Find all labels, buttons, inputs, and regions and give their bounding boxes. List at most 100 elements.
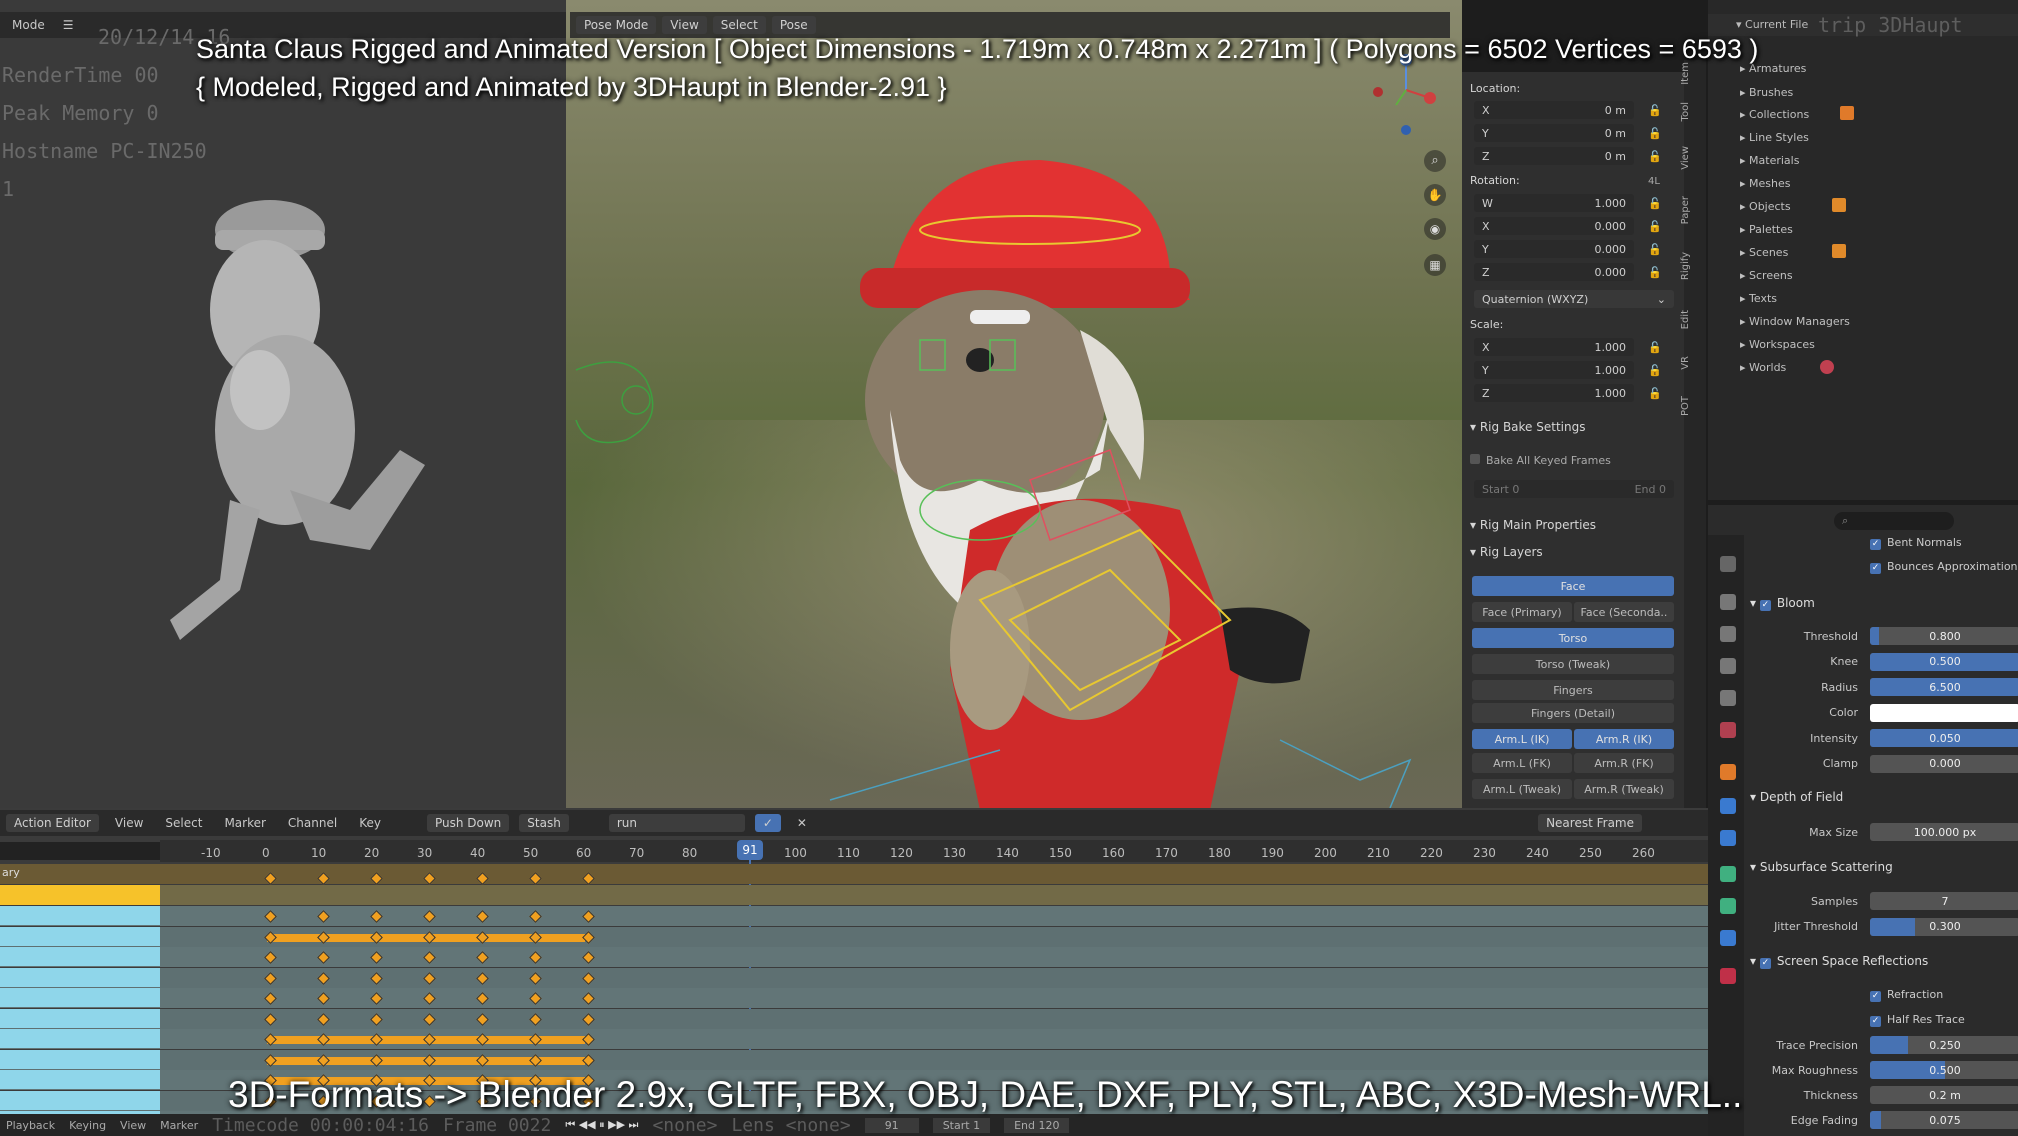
keying-menu[interactable]: Keying	[69, 1119, 106, 1132]
bloom-panel-header[interactable]: ▾ ✓ Bloom	[1750, 596, 1815, 611]
tab-tool[interactable]: Tool	[1680, 102, 1696, 121]
search-channel-field[interactable]	[0, 842, 160, 860]
rotation-mode-dropdown[interactable]: Quaternion (WXYZ) ⌄	[1474, 290, 1674, 308]
push-down-button[interactable]: Push Down	[426, 814, 510, 832]
outliner-item-meshes[interactable]: ▸ Meshes	[1740, 177, 1791, 190]
bone-channel[interactable]	[0, 967, 160, 987]
action-selector[interactable]: run	[608, 814, 745, 832]
menu-marker[interactable]: Marker	[218, 814, 271, 832]
lock-icon[interactable]: 🔓	[1648, 220, 1662, 234]
object-channel[interactable]	[0, 885, 160, 905]
bone-channel[interactable]	[0, 1049, 160, 1069]
rig-layers-header[interactable]: ▾ Rig Layers	[1470, 545, 1543, 559]
layer-arm-r-tweak-button[interactable]: Arm.R (Tweak)	[1574, 779, 1674, 799]
bone-channel[interactable]	[0, 906, 160, 925]
lock-icon[interactable]: 🔓	[1648, 243, 1662, 257]
rig-main-props-header[interactable]: ▾ Rig Main Properties	[1470, 518, 1596, 532]
bloom-field[interactable]: 0.800	[1870, 627, 2018, 645]
outliner-item-window-managers[interactable]: ▸ Window Managers	[1740, 315, 1850, 328]
layer-fingers-detail-button[interactable]: Fingers (Detail)	[1472, 703, 1674, 723]
end-frame-field[interactable]: End 120	[1004, 1117, 1070, 1133]
texture-tab-icon[interactable]	[1720, 968, 1736, 984]
ssr-panel-header[interactable]: ▾ ✓ Screen Space Reflections	[1750, 954, 1928, 969]
bloom-field[interactable]	[1870, 703, 2018, 722]
constraint-tab-icon[interactable]	[1720, 866, 1736, 882]
lock-icon[interactable]: 🔓	[1648, 364, 1662, 378]
layer-arm-l-tweak-button[interactable]: Arm.L (Tweak)	[1472, 779, 1572, 799]
outliner-item-line-styles[interactable]: ▸ Line Styles	[1740, 131, 1809, 144]
snap-dropdown[interactable]: Nearest Frame	[1538, 814, 1642, 832]
view-layer-tab-icon[interactable]	[1720, 658, 1736, 674]
menu-channel[interactable]: Channel	[282, 814, 343, 832]
playback-menu[interactable]: Playback	[6, 1119, 55, 1132]
ssr-field[interactable]: 0.075	[1870, 1111, 2018, 1129]
stash-button[interactable]: Stash	[519, 814, 569, 832]
sss-panel-header[interactable]: ▾ Subsurface Scattering	[1750, 860, 1893, 874]
menu-key[interactable]: Key	[353, 814, 387, 832]
location-x-field[interactable]: X 0 m	[1474, 101, 1634, 119]
physics-tab-icon[interactable]	[1720, 830, 1736, 846]
rotation-y-field[interactable]: Y 0.000	[1474, 240, 1634, 258]
sss-field[interactable]: 7	[1870, 892, 2018, 910]
rig-bake-header[interactable]: ▾ Rig Bake Settings	[1470, 420, 1585, 434]
location-z-field[interactable]: Z 0 m	[1474, 147, 1634, 165]
scale-y-field[interactable]: Y 1.000	[1474, 361, 1634, 379]
lock-icon[interactable]: 🔓	[1648, 104, 1662, 118]
layer-torso-tweak-button[interactable]: Torso (Tweak)	[1472, 654, 1674, 674]
bone-channel[interactable]	[0, 988, 160, 1007]
close-icon[interactable]: ✕	[791, 814, 813, 832]
footer-marker-menu[interactable]: Marker	[160, 1119, 198, 1132]
refraction-checkbox[interactable]: ✓ Refraction	[1870, 988, 1943, 1002]
tab-view[interactable]: View	[1680, 146, 1696, 170]
menu-view[interactable]: View	[662, 16, 707, 34]
lock-icon[interactable]: 🔓	[1648, 341, 1662, 355]
outliner-item-brushes[interactable]: ▸ Brushes	[1740, 86, 1793, 99]
sss-field[interactable]: 0.300	[1870, 917, 2018, 936]
tab-edit[interactable]: Edit	[1680, 310, 1696, 329]
outliner-item-texts[interactable]: ▸ Texts	[1740, 292, 1777, 305]
outliner-item-workspaces[interactable]: ▸ Workspaces	[1740, 338, 1815, 351]
bloom-field[interactable]: 0.000	[1870, 754, 2018, 773]
world-tab-icon[interactable]	[1720, 722, 1736, 738]
outliner-item-scenes[interactable]: ▸ Scenes	[1740, 246, 1788, 259]
layer-torso-button[interactable]: Torso	[1472, 628, 1674, 648]
location-y-field[interactable]: Y 0 m	[1474, 124, 1634, 142]
output-tab-icon[interactable]	[1720, 626, 1736, 642]
bloom-field[interactable]: 6.500	[1870, 678, 2018, 696]
tab-paper[interactable]: Paper	[1680, 196, 1696, 224]
zoom-icon[interactable]: ⌕	[1424, 150, 1446, 172]
layer-fingers-button[interactable]: Fingers	[1472, 680, 1674, 700]
mode-dropdown[interactable]: Pose Mode	[576, 16, 657, 34]
ssr-field[interactable]: 0.2 m	[1870, 1086, 2018, 1104]
bake-all-checkbox[interactable]: Bake All Keyed Frames	[1470, 454, 1611, 467]
object-tab-icon[interactable]	[1720, 764, 1736, 780]
dof-field[interactable]: 100.000 px	[1870, 823, 2018, 841]
scene-tab-icon[interactable]	[1720, 690, 1736, 706]
current-frame-indicator[interactable]: 91	[737, 840, 763, 860]
bone-channel[interactable]	[0, 1008, 160, 1028]
layer-arm-r-fk-button[interactable]: Arm.R (FK)	[1574, 753, 1674, 773]
tab-item[interactable]: Item	[1680, 62, 1696, 85]
bone-channel[interactable]	[0, 1090, 160, 1110]
scale-x-field[interactable]: X 1.000	[1474, 338, 1634, 356]
half-res-checkbox[interactable]: ✓ Half Res Trace	[1870, 1013, 1965, 1027]
layer-face-primary-button[interactable]: Face (Primary)	[1472, 602, 1572, 622]
rotation-mode-short[interactable]: 4L	[1648, 176, 1660, 187]
camera-icon[interactable]: ◉	[1424, 218, 1446, 240]
lock-icon[interactable]: 🔓	[1648, 387, 1662, 401]
bone-channel[interactable]	[0, 1029, 160, 1048]
lock-icon[interactable]: 🔓	[1648, 197, 1662, 211]
ssr-field[interactable]: 0.250	[1870, 1036, 2018, 1054]
menu-view[interactable]: View	[109, 814, 149, 832]
layer-face-button[interactable]: Face	[1472, 576, 1674, 596]
tab-pot[interactable]: POT	[1680, 396, 1696, 416]
rotation-z-field[interactable]: Z 0.000	[1474, 263, 1634, 281]
bone-tab-icon[interactable]	[1720, 930, 1736, 946]
scale-z-field[interactable]: Z 1.000	[1474, 384, 1634, 402]
layer-face-secondary-button[interactable]: Face (Seconda..	[1574, 602, 1674, 622]
outliner-item-collections[interactable]: ▸ Collections	[1740, 108, 1809, 121]
bounces-checkbox[interactable]: ✓ Bounces Approximation	[1870, 560, 2018, 574]
tool-tab-icon[interactable]	[1720, 556, 1736, 572]
rotation-w-field[interactable]: W 1.000	[1474, 194, 1634, 212]
menu-select[interactable]: Select	[712, 16, 766, 34]
